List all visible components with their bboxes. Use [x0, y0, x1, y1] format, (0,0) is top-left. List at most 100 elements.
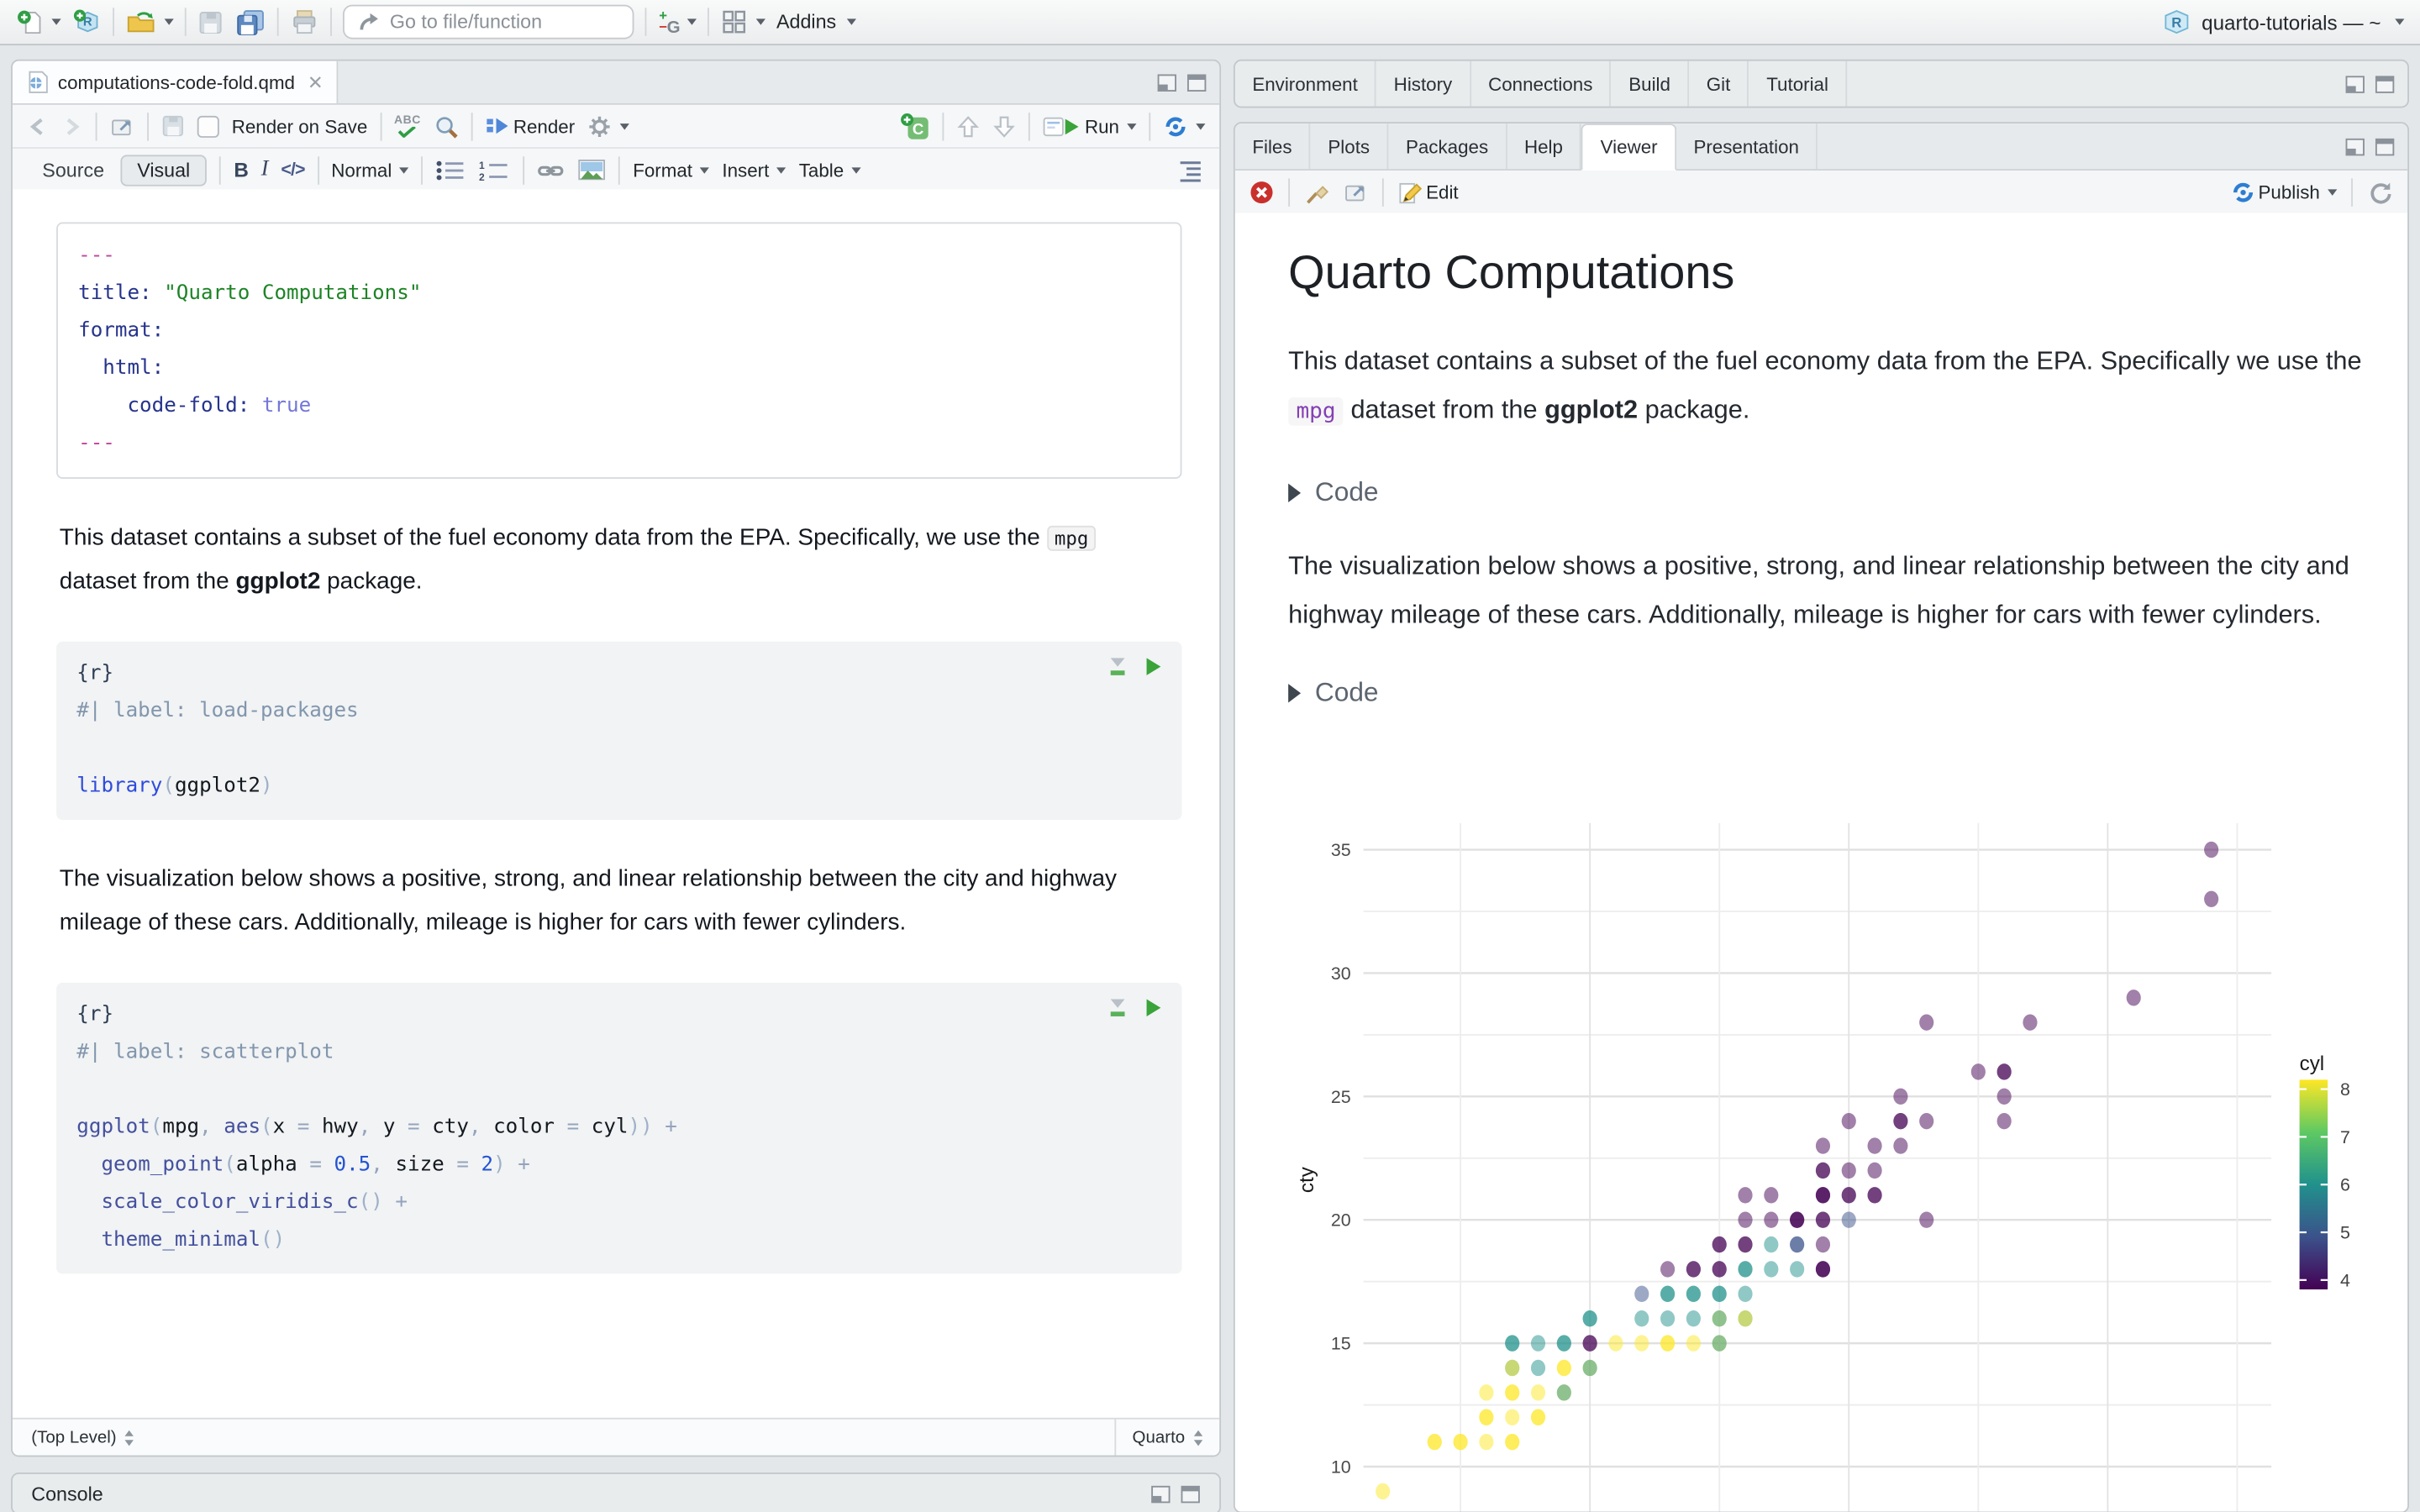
tab-build[interactable]: Build: [1612, 60, 1690, 107]
scope-selector[interactable]: (Top Level): [13, 1428, 1115, 1446]
insert-chunk-icon[interactable]: C: [900, 112, 929, 140]
version-control-button[interactable]: + − G: [657, 7, 697, 36]
link-icon[interactable]: [538, 159, 566, 181]
maximize-pane-icon[interactable]: [2375, 137, 2395, 155]
render-on-save-checkbox[interactable]: [197, 114, 219, 138]
console-pane-header[interactable]: Console: [11, 1472, 1222, 1512]
workspace-panes-button[interactable]: [720, 8, 765, 36]
tab-git[interactable]: Git: [1689, 60, 1749, 107]
search-icon[interactable]: [434, 113, 459, 139]
italic-button[interactable]: I: [261, 157, 269, 182]
tab-presentation[interactable]: Presentation: [1676, 123, 1818, 170]
open-file-caret[interactable]: [164, 18, 174, 25]
save-all-button[interactable]: [234, 8, 266, 36]
editor-paragraph-2[interactable]: The visualization below shows a positive…: [60, 858, 1179, 945]
code-fold-toggle-2[interactable]: Code: [1288, 678, 2407, 709]
new-file-button[interactable]: [16, 8, 61, 36]
stop-icon[interactable]: [1249, 179, 1275, 204]
open-in-window-icon[interactable]: [109, 115, 134, 137]
editor-content[interactable]: --- title: "Quarto Computations" format: h…: [12, 189, 1220, 1420]
go-down-icon[interactable]: [992, 113, 1016, 139]
tab-plots[interactable]: Plots: [1311, 123, 1389, 170]
code-chunk-load-packages[interactable]: {r} #| label: load-packages library(ggplo…: [56, 641, 1182, 821]
svg-text:4: 4: [2340, 1270, 2350, 1290]
save-icon-disabled[interactable]: [161, 114, 185, 138]
tab-packages[interactable]: Packages: [1388, 123, 1507, 170]
clear-broom-icon[interactable]: [1304, 179, 1329, 204]
save-button-disabled[interactable]: [197, 8, 224, 35]
print-icon: [293, 10, 316, 34]
goto-file-function-input[interactable]: Go to file/function: [342, 4, 634, 39]
minimize-pane-icon[interactable]: [1150, 1484, 1171, 1503]
minimize-pane-icon[interactable]: [1157, 73, 1177, 92]
tab-help[interactable]: Help: [1507, 123, 1582, 170]
publish-caret[interactable]: [2328, 188, 2338, 195]
minimize-pane-icon[interactable]: [2345, 137, 2365, 155]
run-chunks-above-icon[interactable]: [1107, 656, 1128, 678]
run-caret[interactable]: [1127, 123, 1137, 129]
maximize-pane-icon[interactable]: [1181, 1484, 1201, 1503]
open-in-window-icon[interactable]: [1343, 181, 1368, 202]
tab-viewer[interactable]: Viewer: [1581, 123, 1676, 171]
render-settings-button[interactable]: [587, 113, 630, 139]
visual-mode-button[interactable]: Visual: [119, 154, 208, 186]
paragraph-style-select[interactable]: Normal: [331, 159, 409, 181]
run-chunk-icon[interactable]: [1144, 997, 1163, 1019]
table-menu[interactable]: Table: [799, 159, 861, 181]
edit-pencil-icon: [1399, 182, 1423, 203]
sort-arrows-icon: [125, 1429, 134, 1446]
tab-connections[interactable]: Connections: [1471, 60, 1612, 107]
edit-button[interactable]: Edit: [1398, 179, 1459, 204]
tab-history[interactable]: History: [1376, 60, 1471, 107]
refresh-icon[interactable]: [2367, 179, 2394, 204]
format-caret: [700, 166, 710, 173]
source-publish-button[interactable]: [1163, 113, 1206, 139]
source-mode-button[interactable]: Source: [27, 155, 120, 184]
run-chunks-above-icon[interactable]: [1107, 997, 1128, 1019]
tab-environment[interactable]: Environment: [1235, 60, 1377, 107]
yaml-front-matter-block[interactable]: --- title: "Quarto Computations" format: h…: [56, 222, 1182, 480]
maximize-pane-icon[interactable]: [1186, 73, 1207, 92]
doc-type-selector[interactable]: Quarto: [1115, 1419, 1219, 1456]
outline-toggle-icon[interactable]: [1176, 157, 1205, 182]
panes-caret[interactable]: [755, 18, 765, 25]
code-fold-toggle-1[interactable]: Code: [1288, 477, 2407, 508]
inline-code-button[interactable]: </>: [281, 160, 305, 179]
forward-icon[interactable]: [61, 115, 83, 137]
insert-menu[interactable]: Insert: [722, 159, 786, 181]
go-up-icon[interactable]: [956, 113, 980, 139]
close-tab-icon[interactable]: ✕: [308, 71, 324, 93]
format-menu[interactable]: Format: [633, 159, 710, 181]
back-icon[interactable]: [27, 115, 49, 137]
render-button[interactable]: Render: [485, 114, 575, 138]
bold-button[interactable]: B: [234, 158, 248, 181]
project-menu[interactable]: R quarto-tutorials — ~: [2163, 8, 2405, 36]
svg-text:R: R: [2172, 15, 2182, 31]
run-button[interactable]: Run: [1043, 113, 1137, 139]
bullet-list-icon[interactable]: [435, 159, 466, 181]
publish-button[interactable]: Publish: [2230, 179, 2338, 204]
print-button[interactable]: [290, 8, 319, 36]
editor-paragraph-1[interactable]: This dataset contains a subset of the fu…: [60, 517, 1179, 604]
maximize-pane-icon[interactable]: [2375, 75, 2395, 93]
svg-text:cyl: cyl: [2300, 1053, 2325, 1075]
tab-tutorial[interactable]: Tutorial: [1749, 60, 1848, 107]
project-caret: [2395, 18, 2405, 25]
editor-toolbar: Render on Save ABC Render C Run: [12, 104, 1220, 149]
viewer-content[interactable]: Quarto Computations This dataset contain…: [1234, 213, 2408, 1512]
new-project-button[interactable]: R: [72, 8, 102, 36]
spellcheck-icon[interactable]: ABC: [394, 113, 421, 138]
image-icon[interactable]: [578, 158, 607, 181]
tab-files[interactable]: Files: [1235, 123, 1311, 170]
addins-menu[interactable]: Addins: [776, 11, 857, 33]
code-chunk-scatterplot[interactable]: {r} #| label: scatterplot ggplot(mpg, aes…: [56, 982, 1182, 1274]
new-file-caret[interactable]: [51, 18, 61, 25]
run-chunk-icon[interactable]: [1144, 656, 1163, 678]
open-file-button[interactable]: [125, 8, 174, 36]
numbered-list-icon[interactable]: 12: [480, 159, 511, 181]
version-control-caret[interactable]: [687, 18, 697, 25]
publish-caret[interactable]: [1196, 123, 1206, 129]
minimize-pane-icon[interactable]: [2345, 75, 2365, 93]
tab-computations-code-fold[interactable]: computations-code-fold.qmd ✕: [12, 60, 339, 103]
scope-label: (Top Level): [31, 1427, 117, 1447]
